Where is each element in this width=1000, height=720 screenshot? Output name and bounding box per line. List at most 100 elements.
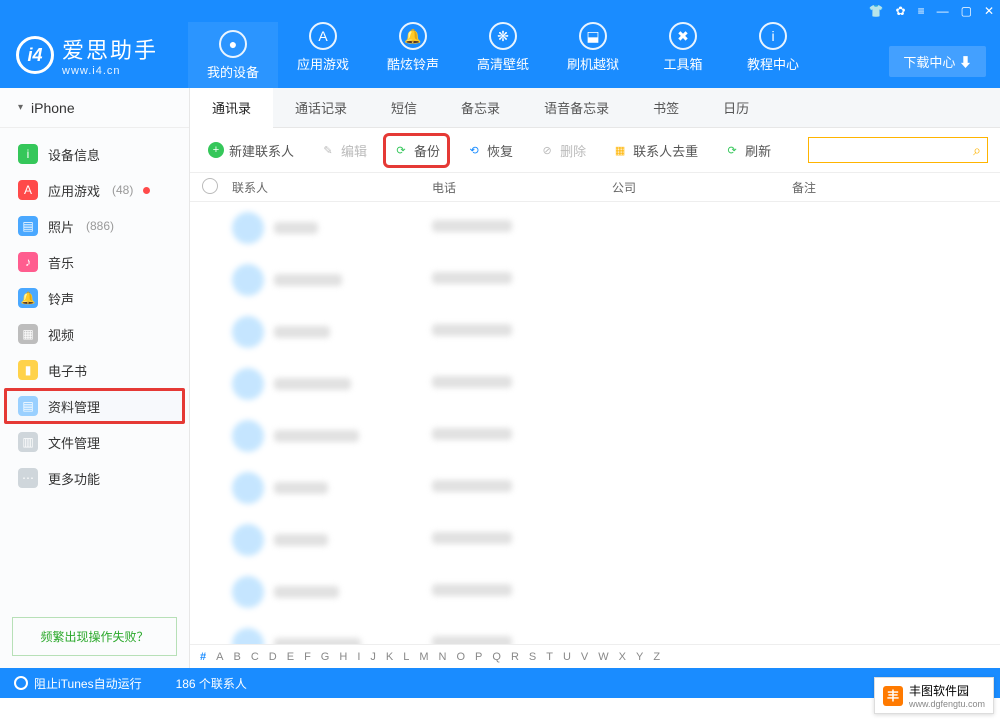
alpha-S[interactable]: S [529, 651, 536, 663]
more-icon: ⋯ [18, 468, 38, 488]
sidebar-item-apps[interactable]: A应用游戏(48) [0, 172, 189, 208]
refresh-button[interactable]: ⟳ 刷新 [718, 137, 777, 164]
alpha-G[interactable]: G [321, 651, 330, 663]
table-row[interactable] [190, 410, 1000, 462]
alpha-N[interactable]: N [439, 651, 447, 663]
sidebar-item-more[interactable]: ⋯更多功能 [0, 460, 189, 496]
col-company[interactable]: 公司 [612, 179, 792, 196]
sidebar-item-ring[interactable]: 🔔铃声 [0, 280, 189, 316]
column-header: 联系人 电话 公司 备注 [190, 172, 1000, 202]
alpha-E[interactable]: E [287, 651, 294, 663]
wrench-icon: ✖ [669, 22, 697, 50]
sidebar-item-filemgr[interactable]: ▥文件管理 [0, 424, 189, 460]
alpha-K[interactable]: K [386, 651, 393, 663]
block-itunes-toggle[interactable]: 阻止iTunes自动运行 [14, 675, 142, 692]
contacts-list [190, 202, 1000, 644]
alpha-M[interactable]: M [419, 651, 428, 663]
nav-toolbox[interactable]: ✖工具箱 [638, 22, 728, 88]
app-name: 爱思助手 [62, 33, 158, 65]
select-all-checkbox[interactable] [202, 178, 218, 194]
table-row[interactable] [190, 566, 1000, 618]
alpha-J[interactable]: J [370, 651, 376, 663]
A-icon: A [309, 22, 337, 50]
search-input[interactable] [815, 143, 973, 157]
table-row[interactable] [190, 462, 1000, 514]
col-note[interactable]: 备注 [792, 179, 988, 196]
alpha-U[interactable]: U [563, 651, 571, 663]
skin-icon[interactable]: 👕 [869, 4, 884, 18]
table-row[interactable] [190, 514, 1000, 566]
download-center-button[interactable]: 下载中心 ⬇ [889, 46, 986, 77]
nav-ringtones[interactable]: 🔔酷炫铃声 [368, 22, 458, 88]
tab-备忘录[interactable]: 备忘录 [439, 88, 522, 127]
sidebar-item-photos[interactable]: ▤照片(886) [0, 208, 189, 244]
music-icon: ♪ [18, 252, 38, 272]
col-contact[interactable]: 联系人 [232, 179, 432, 196]
box-icon: ⬓ [579, 22, 607, 50]
search-box[interactable]: ⌕ [808, 137, 988, 163]
status-bar: 阻止iTunes自动运行 186 个联系人 版本号 [0, 668, 1000, 698]
nav-tutorials[interactable]: i教程中心 [728, 22, 818, 88]
maximize-icon[interactable]: ▢ [961, 4, 972, 18]
alpha-R[interactable]: R [511, 651, 519, 663]
alpha-P[interactable]: P [475, 651, 482, 663]
alpha-Y[interactable]: Y [636, 651, 643, 663]
tab-日历[interactable]: 日历 [701, 88, 771, 127]
i-icon: i [759, 22, 787, 50]
avatar [232, 628, 264, 644]
nav-device[interactable]: ●我的设备 [188, 22, 278, 88]
sidebar-item-ebook[interactable]: ▮电子书 [0, 352, 189, 388]
table-row[interactable] [190, 358, 1000, 410]
logo-icon: i4 [16, 36, 54, 74]
tab-通讯录[interactable]: 通讯录 [190, 88, 273, 128]
restore-button[interactable]: ⟲ 恢复 [460, 137, 519, 164]
collapse-icon[interactable]: ≡ [918, 4, 925, 18]
alpha-X[interactable]: X [619, 651, 626, 663]
alpha-I[interactable]: I [357, 651, 360, 663]
sidebar-item-video[interactable]: ▦视频 [0, 316, 189, 352]
table-row[interactable] [190, 202, 1000, 254]
table-row[interactable] [190, 254, 1000, 306]
tab-语音备忘录[interactable]: 语音备忘录 [522, 88, 631, 127]
alpha-C[interactable]: C [251, 651, 259, 663]
alpha-B[interactable]: B [233, 651, 240, 663]
nav-wallpaper[interactable]: ❋高清壁纸 [458, 22, 548, 88]
search-icon[interactable]: ⌕ [973, 142, 981, 159]
datamgr-icon: ▤ [18, 396, 38, 416]
dedupe-button[interactable]: ▦ 联系人去重 [606, 137, 704, 164]
new-contact-button[interactable]: + 新建联系人 [202, 137, 300, 164]
alpha-T[interactable]: T [546, 651, 553, 663]
minimize-icon[interactable]: — [937, 4, 949, 18]
table-row[interactable] [190, 618, 1000, 644]
col-phone[interactable]: 电话 [432, 179, 612, 196]
tab-书签[interactable]: 书签 [631, 88, 701, 127]
alpha-L[interactable]: L [403, 651, 409, 663]
tab-短信[interactable]: 短信 [369, 88, 439, 127]
alpha-D[interactable]: D [269, 651, 277, 663]
settings-icon[interactable]: ✿ [896, 4, 906, 18]
nav-apps[interactable]: A应用游戏 [278, 22, 368, 88]
pencil-icon: ✎ [320, 142, 336, 158]
sidebar-item-datamgr[interactable]: ▤资料管理 [4, 388, 185, 424]
sidebar-item-music[interactable]: ♪音乐 [0, 244, 189, 280]
nav-flash[interactable]: ⬓刷机越狱 [548, 22, 638, 88]
alpha-O[interactable]: O [456, 651, 465, 663]
alpha-W[interactable]: W [598, 651, 608, 663]
alpha-H[interactable]: H [339, 651, 347, 663]
filemgr-icon: ▥ [18, 432, 38, 452]
faq-link[interactable]: 频繁出现操作失败？ [12, 617, 177, 656]
table-row[interactable] [190, 306, 1000, 358]
subtabs: 通讯录通话记录短信备忘录语音备忘录书签日历 [190, 88, 1000, 128]
device-selector[interactable]: iPhone [0, 88, 189, 128]
alpha-#[interactable]: # [200, 651, 206, 663]
alpha-Z[interactable]: Z [653, 651, 660, 663]
notification-dot [143, 187, 150, 194]
alpha-A[interactable]: A [216, 651, 223, 663]
backup-button[interactable]: ⟳ 备份 [387, 137, 446, 164]
alpha-V[interactable]: V [581, 651, 588, 663]
close-icon[interactable]: ✕ [984, 4, 994, 18]
alpha-Q[interactable]: Q [492, 651, 501, 663]
sidebar-item-info[interactable]: i设备信息 [0, 136, 189, 172]
tab-通话记录[interactable]: 通话记录 [273, 88, 369, 127]
alpha-F[interactable]: F [304, 651, 311, 663]
